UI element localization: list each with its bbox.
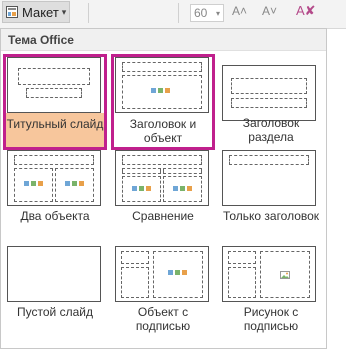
- clear-formatting-icon[interactable]: A✘: [296, 3, 316, 19]
- layout-thumbnail: [7, 57, 101, 113]
- content-icons: [173, 186, 192, 191]
- grow-font-icon[interactable]: A˄: [232, 4, 247, 18]
- subtitle-placeholder: [26, 88, 82, 98]
- layout-blank[interactable]: Пустой слайд: [3, 243, 107, 339]
- layout-icon: [6, 6, 18, 18]
- layout-label: Два объекта: [20, 209, 90, 223]
- text-placeholder: [231, 98, 307, 108]
- layout-picture-with-caption[interactable]: Рисунок с подписью: [219, 243, 323, 339]
- content-icons: [132, 186, 151, 191]
- gallery-header: Тема Office: [1, 29, 326, 51]
- shrink-font-icon[interactable]: A˅: [262, 4, 277, 18]
- layout-title-slide[interactable]: Титульный слайд: [3, 54, 107, 150]
- layout-content-with-caption[interactable]: Объект с подписью: [111, 243, 215, 339]
- heading-placeholder-right: [163, 168, 202, 174]
- layout-section-header[interactable]: Заголовок раздела: [219, 54, 323, 150]
- layout-label: Заголовок и объект: [129, 117, 197, 145]
- title-placeholder: [122, 155, 202, 165]
- layout-thumbnail: [7, 246, 101, 302]
- ribbon-divider: [178, 3, 179, 23]
- chevron-down-icon: ▾: [215, 8, 220, 18]
- content-placeholder-right: [55, 168, 94, 202]
- caption-text-placeholder: [228, 267, 256, 298]
- title-placeholder: [121, 251, 149, 264]
- title-placeholder: [231, 78, 307, 94]
- layout-label: Рисунок с подписью: [243, 305, 299, 333]
- ribbon-strip: Макет ▾ 60 ▾ A˄ A˅ A✘: [0, 0, 346, 29]
- content-placeholder-left: [14, 168, 53, 202]
- content-icons: [168, 270, 187, 275]
- layout-label: Сравнение: [132, 209, 194, 223]
- title-placeholder: [122, 62, 202, 72]
- layout-thumbnail: [7, 150, 101, 206]
- layout-title-only[interactable]: Только заголовок: [219, 147, 323, 243]
- layout-button-label: Макет: [22, 4, 59, 20]
- layout-label: Заголовок раздела: [242, 116, 300, 144]
- picture-icon: [280, 271, 290, 279]
- layout-label: Объект с подписью: [135, 305, 191, 333]
- content-icons: [24, 181, 43, 186]
- layout-thumbnail: [115, 150, 209, 206]
- font-size-value: 60: [194, 6, 208, 20]
- title-placeholder: [229, 155, 309, 165]
- content-placeholder: [122, 75, 202, 109]
- layout-thumbnail: [115, 57, 209, 113]
- content-placeholder-left: [122, 176, 161, 202]
- heading-placeholder-left: [122, 168, 161, 174]
- layout-thumbnail: [222, 150, 316, 206]
- content-placeholder-right: [163, 176, 202, 202]
- layout-label: Пустой слайд: [17, 305, 93, 319]
- title-placeholder: [14, 155, 94, 165]
- layout-label: Только заголовок: [222, 209, 320, 223]
- caption-text-placeholder: [121, 267, 149, 298]
- layout-thumbnail: [115, 246, 209, 302]
- layout-thumbnail: [222, 65, 316, 121]
- content-icons: [151, 88, 170, 93]
- layout-comparison[interactable]: Сравнение: [111, 147, 215, 243]
- content-icons: [65, 181, 84, 186]
- chevron-down-icon: ▾: [61, 6, 67, 17]
- picture-placeholder: [260, 251, 310, 298]
- layout-two-content[interactable]: Два объекта: [3, 147, 107, 243]
- layout-label: Титульный слайд: [6, 117, 104, 131]
- ribbon-divider: [88, 3, 89, 23]
- title-placeholder: [228, 251, 256, 264]
- layout-button[interactable]: Макет ▾: [2, 1, 70, 23]
- font-size-select[interactable]: 60 ▾: [190, 4, 224, 22]
- title-placeholder: [18, 68, 90, 85]
- layout-thumbnail: [222, 246, 316, 302]
- layout-gallery: Тема Office Титульный слайд Заголовок и …: [0, 28, 327, 349]
- layout-title-and-content[interactable]: Заголовок и объект: [111, 54, 215, 150]
- content-placeholder: [153, 251, 203, 298]
